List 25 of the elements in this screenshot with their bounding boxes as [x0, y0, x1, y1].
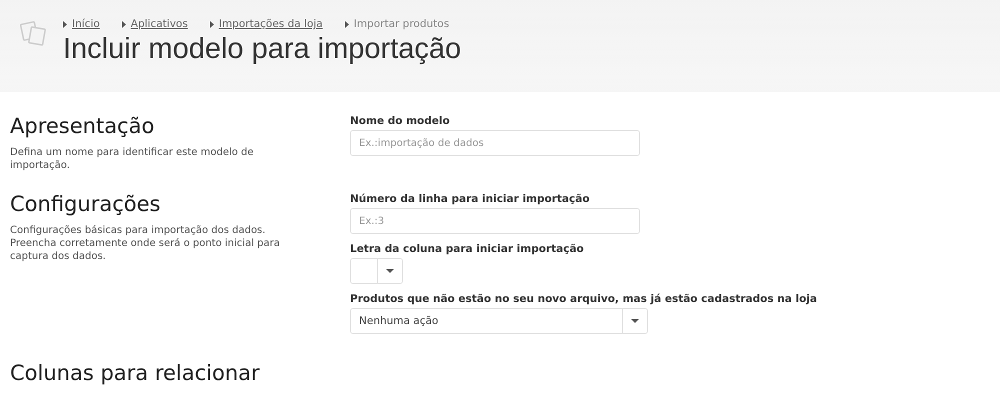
field-label: Nome do modelo: [350, 115, 451, 127]
select-field[interactable]: [350, 258, 403, 284]
select-field[interactable]: Nenhuma ação: [350, 308, 648, 334]
caret-icon: [344, 20, 349, 28]
section-title: Configurações: [10, 192, 162, 216]
section-title: Colunas para relacionar: [10, 361, 261, 385]
breadcrumb-link[interactable]: Início: [72, 18, 100, 30]
section-description: Configurações básicas para importação dos dados. Preencha corretamente onde será o ponto inicial para captura dos dados.: [10, 224, 281, 263]
field-label: Número da linha para iniciar importação: [350, 193, 591, 205]
input-field[interactable]: Ex.:importação de dados: [350, 130, 640, 156]
field-label: Produtos que não estão no seu novo arquivo, mas já estão cadastrados na loja: [350, 293, 817, 305]
caret-down-icon: [386, 269, 394, 273]
breadcrumb-link[interactable]: Importações da loja: [218, 18, 323, 30]
caret-icon: [122, 20, 126, 28]
input-field[interactable]: Ex.:3: [350, 208, 640, 234]
page-title: Incluir modelo para importação: [63, 33, 462, 66]
section-title: Apresentação: [10, 114, 156, 138]
section-description: Defina um nome para identificar este modelo de importação.: [10, 146, 255, 172]
caret-icon: [210, 20, 214, 28]
pages-icon: [20, 20, 48, 46]
caret-icon: [63, 20, 67, 28]
caret-down-icon: [631, 319, 639, 323]
breadcrumb-link[interactable]: Aplicativos: [130, 18, 188, 30]
field-label: Letra da coluna para iniciar importação: [350, 243, 585, 255]
breadcrumb-current: Importar produtos: [354, 18, 450, 30]
